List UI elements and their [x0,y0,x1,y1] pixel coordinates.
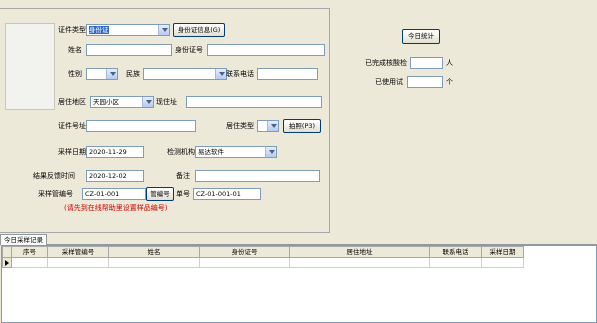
tube-number-button[interactable]: 管编号 [146,187,174,201]
test-agency-select[interactable]: 易达软件 [195,146,277,158]
table-cell[interactable] [481,257,524,268]
chevron-down-icon[interactable] [215,69,226,79]
table-cell[interactable] [199,257,290,268]
tube-number-label: 采样管编号 [38,190,73,198]
residence-type-select[interactable] [257,120,279,132]
column-header-name[interactable]: 姓名 [108,246,200,258]
single-number-input[interactable]: CZ-01-001-01 [193,188,261,200]
read-id-card-button[interactable]: 身份证信息(G) [173,23,225,37]
chevron-down-icon[interactable] [142,97,153,107]
used-tubes-field [407,76,443,88]
grid-corner [2,246,12,258]
residence-area-select[interactable]: 天园小区 [90,96,154,108]
result-date-input[interactable]: 2020-12-02 [86,170,144,182]
remark-label: 备注 [176,172,190,180]
chevron-down-icon[interactable] [267,121,278,131]
ethnicity-label: 民族 [126,70,140,78]
records-tab-strip: 今日采样记录 [0,233,597,245]
tube-number-hint: (请先到在线帮助里设置样品编号) [64,204,168,212]
row-header[interactable] [2,257,12,268]
tube-number-input[interactable]: CZ-01-001 [82,188,146,200]
name-input[interactable] [86,44,172,56]
column-header-index[interactable]: 序号 [11,246,48,258]
current-address-input[interactable] [186,96,322,108]
residence-area-label: 居住地区 [58,98,86,106]
residence-area-value: 天园小区 [93,98,119,106]
result-date-label: 结果反馈时间 [33,172,75,180]
used-tubes-label: 已使用试 [375,78,403,86]
today-stats-button[interactable]: 今日统计 [402,29,440,44]
table-cell[interactable] [108,257,200,268]
take-photo-button[interactable]: 拍照(P3) [283,119,321,133]
table-cell[interactable] [429,257,482,268]
id-address-label: 证件号址 [58,122,86,130]
column-header-sample-date[interactable]: 采样日期 [481,246,524,258]
name-label: 姓名 [68,46,82,54]
chevron-down-icon[interactable] [106,69,117,79]
gender-select[interactable] [86,68,118,80]
id-address-input[interactable] [86,120,196,132]
id-type-label: 证件类型 [58,26,86,34]
sample-date-input[interactable]: 2020-11-29 [86,146,144,158]
id-number-label: 身份证号 [175,46,203,54]
id-number-input[interactable] [207,44,325,56]
id-type-value: 身份证 [89,26,109,34]
records-grid[interactable]: 序号 采样管编号 姓名 身份证号 居住地址 联系电话 采样日期 [1,245,597,323]
chevron-down-icon[interactable] [158,25,169,35]
completed-count-field [410,57,443,69]
remark-input[interactable] [195,170,320,182]
column-header-tube-number[interactable]: 采样管编号 [47,246,109,258]
phone-label: 联系电话 [226,70,254,78]
residence-type-label: 居住类型 [226,122,254,130]
photo-preview [5,23,55,110]
row-pointer-icon [5,259,9,266]
records-table: 序号 采样管编号 姓名 身份证号 居住地址 联系电话 采样日期 [2,246,524,268]
test-agency-value: 易达软件 [198,148,224,156]
current-address-label: 现住址 [156,98,177,106]
table-cell[interactable] [11,257,48,268]
id-type-select[interactable]: 身份证 [86,24,170,36]
sample-date-label: 采样日期 [58,148,86,156]
table-cell[interactable] [289,257,430,268]
test-agency-label: 检测机构 [167,148,195,156]
table-row[interactable] [2,257,524,268]
column-header-id-number[interactable]: 身份证号 [199,246,290,258]
tab-today-records[interactable]: 今日采样记录 [0,234,47,245]
completed-count-unit: 人 [446,59,453,67]
column-header-phone[interactable]: 联系电话 [429,246,482,258]
single-number-label: 单号 [176,190,190,198]
ethnicity-select[interactable] [143,68,227,80]
phone-input[interactable] [257,68,318,80]
table-cell[interactable] [47,257,109,268]
column-header-address[interactable]: 居住地址 [289,246,430,258]
entry-form-panel: 证件类型 身份证 身份证信息(G) 姓名 身份证号 性别 民族 联系电话 居住地… [0,8,330,233]
gender-label: 性别 [68,70,82,78]
used-tubes-unit: 个 [446,78,453,86]
completed-count-label: 已完成核酸检 [365,59,407,67]
chevron-down-icon[interactable] [265,147,276,157]
